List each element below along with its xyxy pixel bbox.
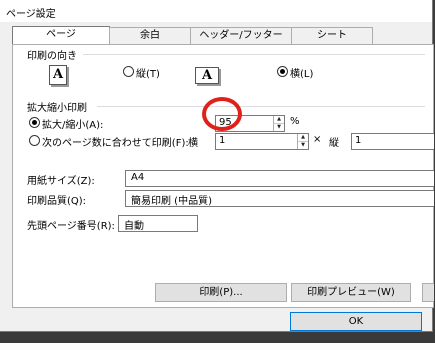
options-button-partial[interactable] (422, 283, 434, 302)
times-symbol: × (313, 134, 322, 145)
landscape-radio[interactable] (277, 66, 288, 77)
title-bar: ページ設定 (0, 0, 432, 22)
pages-wide-spinner-buttons[interactable]: ▲ ▼ (297, 134, 308, 149)
page-setup-dialog: ページ設定 ページ 余白 ヘッダー/フッター シート 印刷の向き A 縦(T) … (0, 0, 434, 332)
fit-to-pages-radio[interactable] (29, 135, 40, 146)
pages-tall-spinner[interactable]: 1 (351, 133, 434, 150)
zoom-radio[interactable] (29, 117, 40, 128)
tab-header-footer[interactable]: ヘッダー/フッター (190, 27, 292, 44)
orientation-group-divider (83, 54, 425, 55)
scaling-group-divider (97, 106, 425, 107)
spin-up-icon[interactable]: ▲ (274, 116, 284, 124)
pages-wide-value[interactable]: 1 (219, 135, 225, 146)
paper-size-label: 用紙サイズ(Z): (27, 176, 95, 187)
paper-size-value[interactable]: A4 (131, 172, 144, 183)
portrait-radio[interactable] (123, 66, 134, 77)
fit-to-pages-label[interactable]: 次のページ数に合わせて印刷(F): (42, 134, 189, 149)
pages-wide-spinner[interactable]: 1 ▲ ▼ (215, 133, 309, 150)
ok-button[interactable]: OK (290, 312, 422, 331)
portrait-label[interactable]: 縦(T) (136, 65, 160, 80)
scaling-group-label: 拡大縮小印刷 (27, 103, 87, 114)
tab-page[interactable]: ページ (12, 26, 110, 44)
zoom-unit: % (290, 116, 300, 127)
tab-sheet[interactable]: シート (291, 27, 373, 44)
red-highlight-circle (202, 97, 242, 131)
first-page-number-label: 先頭ページ番号(R): (27, 221, 115, 232)
pages-tall-value[interactable]: 1 (355, 135, 361, 146)
print-quality-select[interactable]: 簡易印刷 (中品質) (125, 190, 434, 207)
window-title: ページ設定 (6, 9, 56, 20)
landscape-page-icon: A (195, 67, 219, 84)
zoom-label[interactable]: 拡大/縮小(A): (42, 116, 103, 131)
spin-up-icon[interactable]: ▲ (298, 134, 308, 142)
page-tab-panel: 印刷の向き A 縦(T) A 横(L) 拡大縮小印刷 拡大/縮小(A): 95 … (12, 44, 434, 308)
landscape-label[interactable]: 横(L) (290, 65, 313, 80)
print-quality-label: 印刷品質(Q): (27, 196, 87, 207)
first-page-number-input[interactable]: 自動 (118, 215, 198, 232)
paper-size-select[interactable]: A4 (125, 170, 434, 187)
print-quality-value[interactable]: 簡易印刷 (中品質) (131, 192, 212, 207)
zoom-spinner-buttons[interactable]: ▲ ▼ (273, 116, 284, 131)
background-sheet-bottom (0, 331, 435, 343)
print-preview-button[interactable]: 印刷プレビュー(W) (291, 283, 411, 302)
orientation-group-label: 印刷の向き (27, 51, 77, 62)
portrait-page-icon: A (49, 65, 67, 85)
first-page-number-value[interactable]: 自動 (124, 217, 144, 232)
tab-margins[interactable]: 余白 (109, 27, 191, 44)
spin-down-icon[interactable]: ▼ (274, 124, 284, 131)
pages-tall-label: 縦 (329, 138, 339, 149)
pages-wide-label: 横 (188, 138, 198, 149)
spin-down-icon[interactable]: ▼ (298, 142, 308, 149)
print-button[interactable]: 印刷(P)... (155, 283, 287, 302)
